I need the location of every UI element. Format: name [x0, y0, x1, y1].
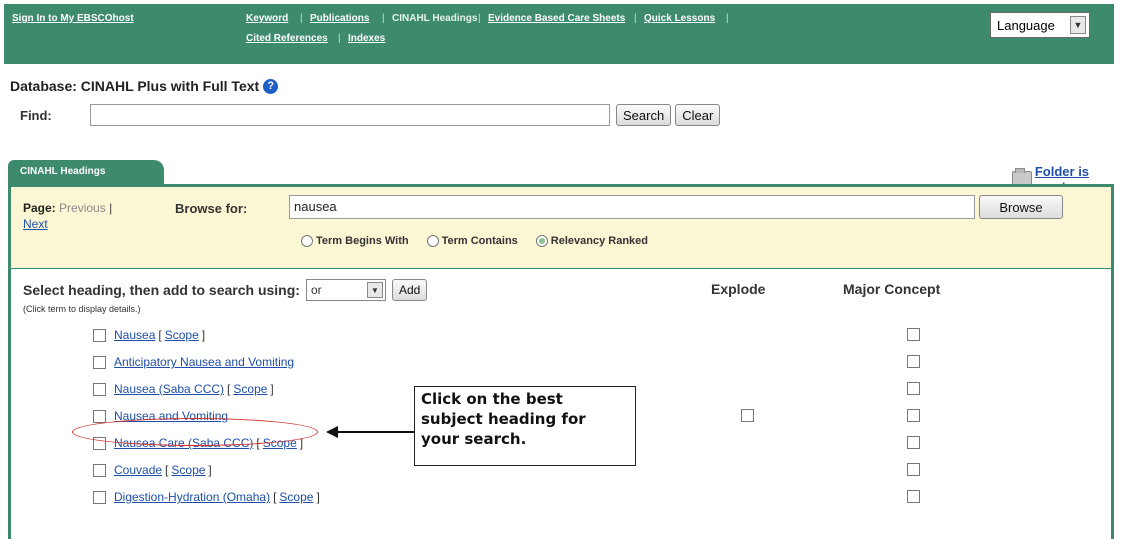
nav-separator: |	[300, 13, 303, 24]
nav-publications[interactable]: Publications	[310, 13, 369, 24]
browse-button[interactable]: Browse	[979, 195, 1063, 219]
radio-label: Relevancy Ranked	[550, 235, 649, 247]
heading-term-link[interactable]: Nausea	[114, 328, 155, 342]
nav-indexes[interactable]: Indexes	[348, 33, 385, 44]
arrow-head-icon	[326, 426, 338, 438]
heading-checkbox[interactable]	[93, 328, 106, 342]
top-nav-bar: Sign In to My EBSCOhost Keyword | Public…	[4, 4, 1114, 64]
heading-term-link[interactable]: Anticipatory Nausea and Vomiting	[114, 355, 294, 369]
sign-in-link[interactable]: Sign In to My EBSCOhost	[12, 13, 134, 24]
bracket: [	[165, 463, 169, 477]
operator-value: or	[310, 283, 322, 297]
browse-input[interactable]: nausea	[289, 195, 975, 219]
nav-separator: |	[726, 13, 729, 24]
radio-circle[interactable]	[301, 235, 313, 247]
radio-term-begins-with[interactable]: Term Begins With	[301, 235, 409, 247]
callout-box: Click on the best subject heading for yo…	[414, 386, 636, 466]
major-concept-checkbox[interactable]	[907, 463, 920, 476]
clear-button[interactable]: Clear	[675, 104, 721, 126]
search-button[interactable]: Search	[616, 104, 672, 126]
major-concept-checkbox[interactable]	[907, 328, 920, 341]
heading-row: Nausea (Saba CCC)[Scope]	[93, 379, 277, 399]
heading-term-link[interactable]: Couvade	[114, 463, 162, 477]
radio-relevancy-ranked[interactable]: Relevancy Ranked	[535, 235, 649, 247]
heading-row: Digestion-Hydration (Omaha)[Scope]	[93, 487, 323, 507]
heading-checkbox[interactable]	[93, 409, 106, 423]
heading-checkbox[interactable]	[93, 355, 106, 369]
tab-cinahl-headings[interactable]: CINAHL Headings	[8, 160, 164, 184]
nav-separator: |	[382, 13, 385, 24]
language-select[interactable]: Language ▼	[990, 12, 1090, 38]
bracket: ]	[270, 382, 274, 396]
previous-link: Previous	[59, 201, 106, 215]
browse-for-label: Browse for:	[175, 201, 248, 216]
nav-cited-references[interactable]: Cited References	[246, 33, 328, 44]
database-label-row: Database: CINAHL Plus with Full Text ?	[10, 78, 279, 94]
scope-link[interactable]: Scope	[279, 490, 313, 504]
nav-separator: |	[338, 33, 341, 44]
browse-bar: Page: Previous | Next Browse for: nausea…	[11, 187, 1111, 269]
page-nav: Page: Previous |	[23, 201, 112, 215]
chevron-down-icon[interactable]: ▼	[1070, 16, 1086, 34]
operator-select[interactable]: or ▼	[305, 279, 386, 301]
major-concept-checkbox[interactable]	[907, 490, 920, 503]
nav-quick-lessons[interactable]: Quick Lessons	[644, 13, 715, 24]
major-concept-checkbox[interactable]	[907, 409, 920, 422]
nav-separator: |	[478, 13, 481, 24]
scope-link[interactable]: Scope	[233, 382, 267, 396]
scope-link[interactable]: Scope	[171, 463, 205, 477]
heading-checkbox[interactable]	[93, 382, 106, 396]
find-label: Find:	[20, 107, 52, 123]
explode-checkbox[interactable]	[741, 409, 754, 422]
next-link[interactable]: Next	[23, 217, 48, 231]
add-button[interactable]: Add	[391, 279, 428, 301]
bracket: [	[227, 382, 231, 396]
major-concept-checkbox[interactable]	[907, 355, 920, 368]
chevron-down-icon[interactable]: ▼	[366, 282, 383, 298]
search-mode-radios: Term Begins With Term Contains Relevancy…	[301, 235, 648, 247]
highlight-oval	[72, 418, 318, 446]
bracket: ]	[201, 328, 206, 342]
select-heading-label: Select heading, then add to search using…	[23, 282, 300, 298]
database-label: Database: CINAHL Plus with Full Text	[10, 78, 260, 94]
radio-label: Term Contains	[441, 235, 518, 247]
find-input[interactable]	[90, 104, 610, 126]
tab-label: CINAHL Headings	[20, 166, 106, 177]
headings-panel: Page: Previous | Next Browse for: nausea…	[8, 184, 1114, 539]
radio-label: Term Begins With	[316, 235, 409, 247]
bracket: [	[273, 490, 277, 504]
radio-circle-selected[interactable]	[535, 235, 548, 247]
heading-term-link[interactable]: Nausea (Saba CCC)	[114, 382, 224, 396]
nav-cinahl-headings[interactable]: CINAHL Headings	[392, 13, 477, 24]
bracket: [	[158, 328, 162, 342]
bracket: ]	[208, 463, 212, 477]
scope-link[interactable]: Scope	[165, 328, 199, 342]
major-concept-checkbox[interactable]	[907, 382, 920, 395]
page-separator: |	[109, 201, 113, 215]
nav-separator: |	[634, 13, 637, 24]
explode-header: Explode	[711, 281, 766, 297]
help-icon[interactable]: ?	[263, 78, 279, 94]
radio-circle[interactable]	[426, 235, 439, 247]
major-concept-header: Major Concept	[843, 281, 941, 297]
find-row: Find: Search Clear	[20, 104, 721, 126]
bracket: ]	[316, 490, 320, 504]
select-heading-row: Select heading, then add to search using…	[23, 279, 428, 301]
callout-arrow	[334, 431, 414, 433]
click-note: (Click term to display details.)	[23, 304, 141, 314]
major-concept-checkbox[interactable]	[907, 436, 920, 449]
heading-row: Couvade[Scope]	[93, 460, 215, 480]
heading-term-link[interactable]: Digestion-Hydration (Omaha)	[114, 490, 270, 504]
heading-checkbox[interactable]	[93, 490, 106, 504]
page-label: Page:	[23, 201, 56, 215]
nav-evidence[interactable]: Evidence Based Care Sheets	[488, 13, 625, 24]
heading-row: Anticipatory Nausea and Vomiting	[93, 352, 294, 372]
heading-row: Nausea[Scope]	[93, 325, 208, 345]
heading-checkbox[interactable]	[93, 463, 106, 477]
language-select-value: Language	[997, 17, 1055, 33]
nav-keyword[interactable]: Keyword	[246, 13, 288, 24]
radio-term-contains[interactable]: Term Contains	[426, 235, 518, 247]
